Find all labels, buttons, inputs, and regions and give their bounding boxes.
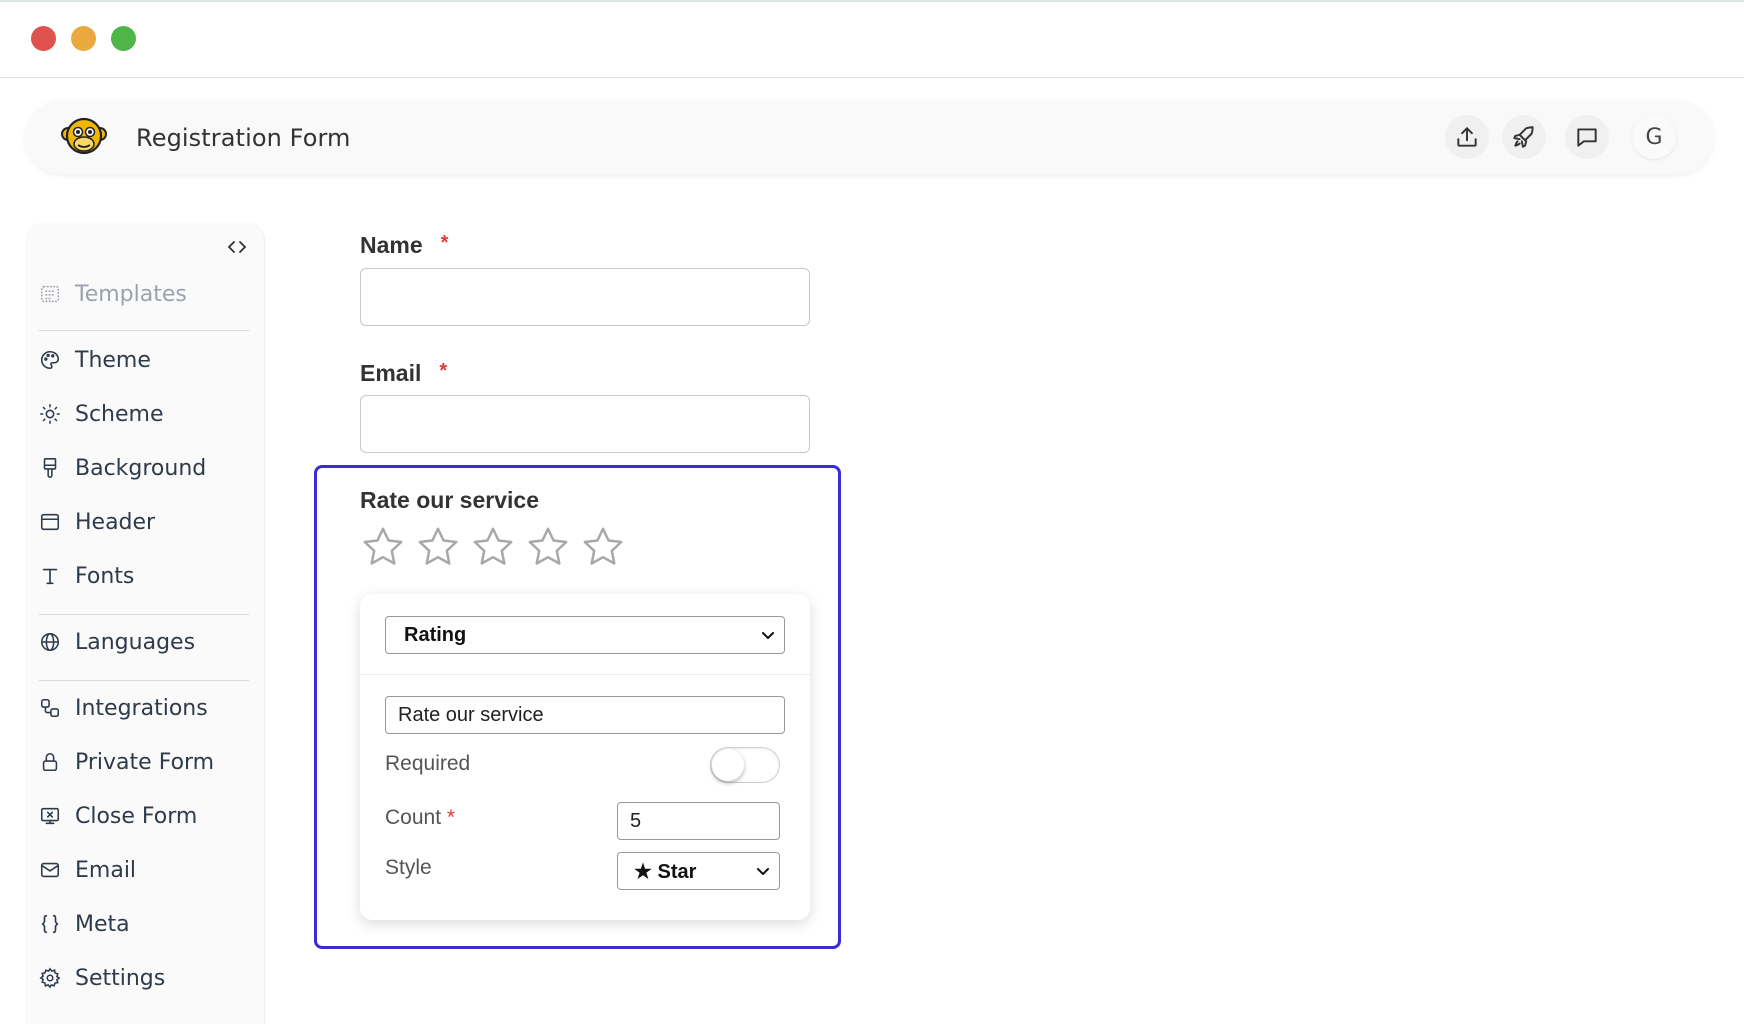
- rocket-icon: [1513, 126, 1534, 148]
- name-label-text: Name: [360, 232, 423, 258]
- gear-icon: [39, 967, 61, 989]
- mail-icon: [40, 862, 60, 878]
- question-text-input[interactable]: Rate our service: [385, 696, 785, 734]
- upload-icon: [1457, 127, 1477, 147]
- star-icon[interactable]: [360, 524, 406, 570]
- sidebar-item-label: Integrations: [75, 695, 208, 721]
- required-marker: *: [446, 806, 456, 829]
- sidebar-item-label: Header: [75, 509, 156, 535]
- sun-icon: [40, 404, 60, 424]
- sidebar-item-scheme[interactable]: Scheme: [39, 396, 164, 432]
- required-toggle[interactable]: [710, 747, 780, 783]
- required-marker: *: [440, 232, 449, 254]
- style-label: Style: [385, 856, 432, 879]
- chevron-down-icon: [757, 868, 769, 875]
- publish-button[interactable]: [1445, 115, 1489, 159]
- sidebar-item-label: Meta: [75, 911, 130, 937]
- sidebar-item-label: Templates: [75, 281, 187, 307]
- window-titlebar: [0, 0, 1744, 78]
- sidebar-item-label: Email: [75, 857, 137, 883]
- settings-sidebar: Templates Theme Scheme Background Header…: [25, 222, 265, 1024]
- sidebar-item-integrations[interactable]: Integrations: [39, 690, 208, 726]
- integrations-icon: [40, 698, 60, 718]
- templates-icon: [41, 285, 59, 303]
- sidebar-item-header[interactable]: Header: [39, 504, 155, 540]
- close-form-icon: [40, 807, 60, 825]
- sidebar-item-label: Close Form: [75, 803, 198, 829]
- sidebar-item-templates[interactable]: Templates: [39, 276, 187, 312]
- sidebar-item-meta[interactable]: Meta: [39, 906, 130, 942]
- star-icon[interactable]: [580, 524, 626, 570]
- window-minimize-button[interactable]: [71, 26, 96, 51]
- code-brackets-icon: [227, 241, 247, 253]
- count-label-text: Count: [385, 806, 442, 829]
- name-input[interactable]: [360, 268, 810, 326]
- sidebar-item-email[interactable]: Email: [39, 852, 136, 888]
- name-field-label: Name *: [360, 232, 448, 259]
- globe-icon: [40, 632, 60, 652]
- email-input[interactable]: [360, 395, 810, 453]
- collapse-sidebar-button[interactable]: [223, 236, 251, 258]
- paint-brush-icon: [43, 458, 57, 478]
- form-title: Registration Form: [136, 124, 351, 152]
- count-input[interactable]: 5: [617, 802, 780, 840]
- style-select[interactable]: ★ Star: [617, 852, 780, 890]
- sidebar-item-label: Theme: [75, 347, 151, 373]
- sidebar-item-private-form[interactable]: Private Form: [39, 744, 214, 780]
- email-label-text: Email: [360, 360, 422, 386]
- rating-question-title: Rate our service: [360, 487, 539, 513]
- required-marker: *: [439, 360, 448, 382]
- field-editor-popover: Rating Rate our service Required Count *…: [360, 594, 810, 920]
- sidebar-item-languages[interactable]: Languages: [39, 624, 195, 660]
- sidebar-item-background[interactable]: Background: [39, 450, 206, 486]
- sidebar-divider: [39, 330, 249, 331]
- sidebar-item-label: Fonts: [75, 563, 135, 589]
- header-icon: [40, 513, 60, 531]
- star-icon[interactable]: [470, 524, 516, 570]
- sidebar-item-theme[interactable]: Theme: [39, 342, 151, 378]
- lock-icon: [42, 752, 58, 772]
- sidebar-item-label: Background: [75, 455, 207, 481]
- palette-icon: [41, 350, 60, 370]
- launch-button[interactable]: [1502, 115, 1546, 159]
- sidebar-item-settings[interactable]: Settings: [39, 960, 165, 996]
- sidebar-item-label: Scheme: [75, 401, 164, 427]
- sidebar-item-label: Private Form: [75, 749, 215, 775]
- monkey-logo-icon: [61, 117, 107, 155]
- sidebar-item-close-form[interactable]: Close Form: [39, 798, 197, 834]
- star-icon[interactable]: [415, 524, 461, 570]
- window-close-button[interactable]: [31, 26, 56, 51]
- sidebar-item-fonts[interactable]: Fonts: [39, 558, 134, 594]
- popover-divider: [360, 674, 810, 675]
- app-header: Registration Form G: [25, 100, 1714, 174]
- comments-button[interactable]: [1565, 115, 1609, 159]
- window-maximize-button[interactable]: [111, 26, 136, 51]
- toggle-knob: [712, 749, 744, 781]
- user-avatar[interactable]: G: [1632, 115, 1676, 159]
- style-value: ★ Star: [634, 860, 697, 883]
- email-field-label: Email *: [360, 360, 447, 387]
- field-type-select[interactable]: Rating: [385, 616, 785, 654]
- star-icon[interactable]: [525, 524, 571, 570]
- count-label: Count *: [385, 806, 455, 830]
- sidebar-item-label: Languages: [75, 629, 196, 655]
- chat-icon: [1577, 128, 1597, 147]
- star-rating: [360, 524, 626, 570]
- sidebar-divider: [39, 614, 249, 615]
- braces-icon: [41, 914, 59, 934]
- sidebar-item-label: Settings: [75, 965, 166, 991]
- field-type-value: Rating: [404, 623, 467, 646]
- text-icon: [42, 568, 58, 585]
- chevron-down-icon: [762, 632, 774, 639]
- required-label: Required: [385, 752, 471, 775]
- sidebar-divider: [39, 680, 249, 681]
